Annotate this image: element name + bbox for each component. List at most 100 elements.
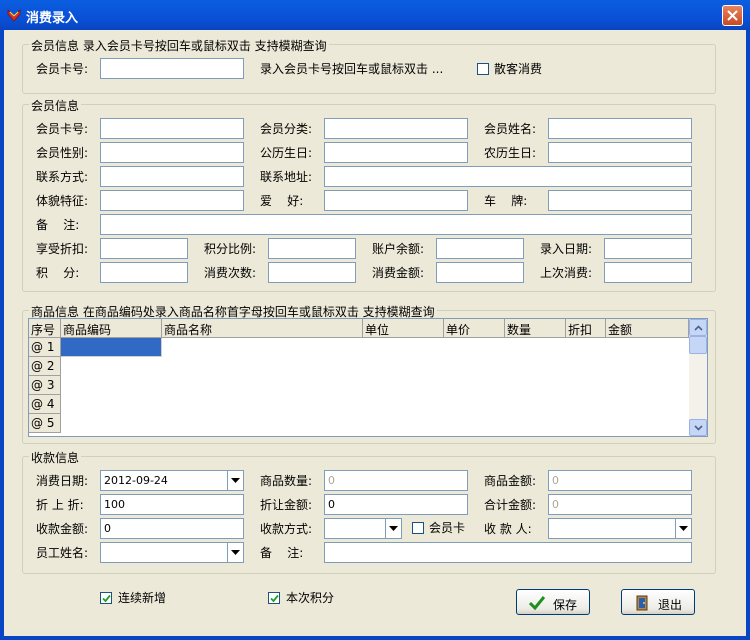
col-header[interactable]: 单价 bbox=[444, 319, 505, 338]
payment-legend: 收款信息 bbox=[29, 449, 82, 466]
checkmark-icon bbox=[529, 596, 545, 611]
dropdown-arrow-icon bbox=[389, 526, 398, 531]
row-header[interactable]: @ 1 bbox=[29, 338, 61, 357]
continuous-add-checkbox[interactable] bbox=[100, 592, 112, 604]
walkin-checkbox[interactable] bbox=[477, 63, 489, 75]
features-label: 体貌特征: bbox=[36, 194, 89, 208]
scroll-thumb[interactable] bbox=[689, 336, 707, 354]
title-bar[interactable]: 消费录入 bbox=[0, 0, 750, 30]
receiver-combo[interactable] bbox=[548, 518, 692, 539]
spend-amount-field[interactable] bbox=[436, 262, 524, 283]
discount-rate-field[interactable] bbox=[100, 238, 188, 259]
solar-birthday-field[interactable] bbox=[324, 142, 468, 163]
qty-field: 0 bbox=[324, 470, 468, 491]
row-header[interactable]: @ 5 bbox=[29, 414, 61, 433]
last-visit-label: 上次消费: bbox=[540, 266, 593, 280]
total-label: 合计金额: bbox=[484, 498, 537, 512]
name-field[interactable] bbox=[548, 118, 692, 139]
points-this-time-label: 本次积分 bbox=[286, 591, 335, 605]
contact-field[interactable] bbox=[100, 166, 244, 187]
dropdown-arrow-icon bbox=[679, 526, 688, 531]
staff-combo[interactable] bbox=[100, 542, 244, 563]
points-ratio-label: 积分比例: bbox=[204, 242, 257, 256]
row-header[interactable]: @ 4 bbox=[29, 395, 61, 414]
balance-label: 账户余额: bbox=[372, 242, 425, 256]
col-header[interactable]: 序号 bbox=[29, 319, 61, 338]
method-combo[interactable] bbox=[324, 518, 402, 539]
member-card-checkbox[interactable] bbox=[412, 522, 424, 534]
address-field[interactable] bbox=[324, 166, 692, 187]
method-dropdown-button[interactable] bbox=[385, 519, 401, 538]
date-dropdown-button[interactable] bbox=[227, 471, 243, 490]
discount-amount-label: 折让金额: bbox=[260, 498, 313, 512]
visit-count-field[interactable] bbox=[268, 262, 356, 283]
exit-door-icon bbox=[636, 595, 648, 611]
info-card-field[interactable] bbox=[100, 118, 244, 139]
window-title: 消费录入 bbox=[26, 11, 79, 26]
row-header[interactable]: @ 3 bbox=[29, 376, 61, 395]
chevron-down-icon bbox=[694, 425, 703, 431]
selected-product-code-cell[interactable] bbox=[61, 338, 162, 357]
extra-discount-label: 折 上 折: bbox=[36, 498, 84, 512]
hobby-field[interactable] bbox=[324, 190, 468, 211]
scroll-up-button[interactable] bbox=[689, 319, 707, 336]
lunar-birthday-field[interactable] bbox=[548, 142, 692, 163]
entry-date-field[interactable] bbox=[604, 238, 692, 259]
col-header[interactable]: 数量 bbox=[505, 319, 566, 338]
dropdown-arrow-icon bbox=[231, 478, 240, 483]
qty-label: 商品数量: bbox=[260, 474, 313, 488]
plate-label: 车 牌: bbox=[484, 194, 528, 208]
check-icon bbox=[270, 594, 279, 603]
info-remark-field[interactable] bbox=[100, 214, 692, 235]
date-value: 2012-09-24 bbox=[104, 474, 168, 487]
col-header[interactable]: 商品编码 bbox=[61, 319, 162, 338]
points-ratio-field[interactable] bbox=[268, 238, 356, 259]
receiver-dropdown-button[interactable] bbox=[675, 519, 691, 538]
continuous-add-label: 连续新增 bbox=[118, 591, 167, 605]
payment-remark-field[interactable] bbox=[324, 542, 692, 563]
staff-dropdown-button[interactable] bbox=[227, 543, 243, 562]
points-field[interactable] bbox=[100, 262, 188, 283]
hobby-label: 爱 好: bbox=[260, 194, 304, 208]
received-field[interactable]: 0 bbox=[100, 518, 244, 539]
last-visit-field[interactable] bbox=[604, 262, 692, 283]
date-label: 消费日期: bbox=[36, 474, 89, 488]
products-grid[interactable]: 序号 商品编码 商品名称 单位 单价 数量 折扣 金额 @ 1 @ 2 @ 3 … bbox=[28, 318, 708, 437]
info-card-label: 会员卡号: bbox=[36, 122, 89, 136]
scroll-down-button[interactable] bbox=[689, 419, 707, 436]
goods-amount-field: 0 bbox=[548, 470, 692, 491]
points-this-time-checkbox[interactable] bbox=[268, 592, 280, 604]
staff-label: 员工姓名: bbox=[36, 546, 89, 560]
info-remark-label: 备 注: bbox=[36, 218, 80, 232]
col-header[interactable]: 金额 bbox=[606, 319, 689, 338]
row-header[interactable]: @ 2 bbox=[29, 357, 61, 376]
goods-amount-label: 商品金额: bbox=[484, 474, 537, 488]
exit-button[interactable]: 退出 bbox=[621, 589, 695, 615]
features-field[interactable] bbox=[100, 190, 244, 211]
balance-field[interactable] bbox=[436, 238, 524, 259]
category-field[interactable] bbox=[324, 118, 468, 139]
extra-discount-field[interactable]: 100 bbox=[100, 494, 244, 515]
visit-count-label: 消费次数: bbox=[204, 266, 257, 280]
dropdown-arrow-icon bbox=[231, 550, 240, 555]
save-label: 保存 bbox=[553, 598, 578, 612]
member-lookup-legend: 会员信息 录入会员卡号按回车或鼠标双击 支持模糊查询 bbox=[29, 37, 329, 54]
close-icon bbox=[727, 10, 738, 21]
check-icon bbox=[102, 594, 111, 603]
lookup-card-input[interactable] bbox=[100, 58, 244, 79]
col-header[interactable]: 商品名称 bbox=[162, 319, 363, 338]
method-label: 收款方式: bbox=[260, 522, 313, 536]
member-info-legend: 会员信息 bbox=[29, 97, 82, 114]
save-button[interactable]: 保存 bbox=[516, 589, 590, 615]
discount-amount-field[interactable]: 0 bbox=[324, 494, 468, 515]
date-combo[interactable]: 2012-09-24 bbox=[100, 470, 244, 491]
close-button[interactable] bbox=[722, 5, 743, 26]
plate-field[interactable] bbox=[548, 190, 692, 211]
entry-date-label: 录入日期: bbox=[540, 242, 593, 256]
col-header[interactable]: 单位 bbox=[363, 319, 444, 338]
points-label: 积 分: bbox=[36, 266, 80, 280]
col-header[interactable]: 折扣 bbox=[566, 319, 606, 338]
grid-scrollbar[interactable] bbox=[689, 319, 707, 436]
gender-field[interactable] bbox=[100, 142, 244, 163]
app-icon bbox=[7, 8, 21, 22]
